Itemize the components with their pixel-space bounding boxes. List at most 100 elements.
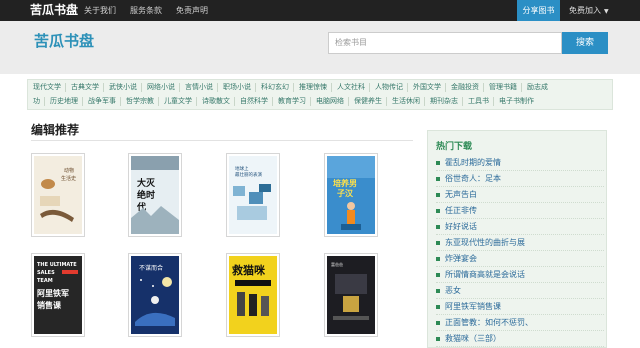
list-item[interactable]: 无声告白 bbox=[436, 187, 604, 203]
category-link[interactable]: 科幻玄幻 bbox=[255, 82, 293, 92]
join-free-dropdown[interactable]: 免费加入 ▼ bbox=[569, 0, 609, 21]
raising-boys-cover-icon: 培养男 子汉 bbox=[327, 156, 375, 234]
category-row-2: 功 历史地理 战争军事 哲学宗教 儿童文学 诗歌散文 自然科学 教育学习 电脑网… bbox=[28, 94, 612, 108]
list-item-link[interactable]: 炸弹宴会 bbox=[445, 254, 477, 263]
category-link[interactable]: 现代文学 bbox=[28, 83, 65, 92]
list-item[interactable]: 恶女 bbox=[436, 283, 604, 299]
nav-about-link[interactable]: 关于我们 bbox=[84, 0, 116, 21]
book-cover[interactable]: 培养男 子汉 bbox=[324, 153, 378, 237]
book-cover[interactable]: 富爸爸 bbox=[324, 253, 378, 337]
hot-downloads-panel: 热门下载 霍乱时期的爱情 俗世奇人：足本 无声告白 任正非传 好好说话 东亚现代… bbox=[427, 130, 607, 348]
list-item[interactable]: 炸弹宴会 bbox=[436, 251, 604, 267]
category-link[interactable]: 工具书 bbox=[462, 96, 493, 106]
dark-cover-icon: 富爸爸 bbox=[327, 256, 375, 334]
list-item[interactable]: 所谓情商高就是会说话 bbox=[436, 267, 604, 283]
book-cover[interactable]: 地球上 最壮丽的表演 bbox=[226, 153, 280, 237]
join-free-label: 免费加入 bbox=[569, 6, 601, 15]
category-link[interactable]: 战争军事 bbox=[82, 96, 120, 106]
category-link[interactable]: 哲学宗教 bbox=[120, 96, 158, 106]
hot-downloads-list: 霍乱时期的爱情 俗世奇人：足本 无声告白 任正非传 好好说话 东亚现代性的曲折与… bbox=[436, 155, 604, 347]
list-item-link[interactable]: 所谓情商高就是会说话 bbox=[445, 270, 525, 279]
category-link[interactable]: 外国文学 bbox=[407, 82, 445, 92]
extinction-cover-icon: 大灭 绝时 代 bbox=[131, 156, 179, 234]
category-link[interactable]: 电子书制作 bbox=[493, 96, 538, 106]
category-link[interactable]: 职场小说 bbox=[217, 82, 255, 92]
bullet-icon bbox=[436, 320, 440, 325]
category-link[interactable]: 诗歌散文 bbox=[196, 96, 234, 106]
bullet-icon bbox=[436, 192, 440, 197]
bullet-icon bbox=[436, 256, 440, 261]
section-title-editor-picks: 编辑推荐 bbox=[31, 123, 80, 137]
category-nav: 现代文学 古典文学 武侠小说 网络小说 言情小说 职场小说 科幻玄幻 推理惊悚 … bbox=[27, 79, 613, 110]
book-cover[interactable]: 动物 生活史 bbox=[31, 153, 85, 237]
search-button[interactable]: 搜索 bbox=[562, 32, 608, 54]
save-the-cat-cover-icon: 救猫咪 bbox=[229, 256, 277, 334]
bullet-icon bbox=[436, 272, 440, 277]
site-logo[interactable]: 苦瓜书盘 bbox=[34, 30, 94, 51]
book-cover-image: 培养男 子汉 bbox=[327, 156, 375, 234]
category-link[interactable]: 武侠小说 bbox=[103, 82, 141, 92]
category-link[interactable]: 人文社科 bbox=[331, 82, 369, 92]
category-link[interactable]: 教育学习 bbox=[272, 96, 310, 106]
list-item[interactable]: 俗世奇人：足本 bbox=[436, 171, 604, 187]
category-link[interactable]: 管理书籍 bbox=[483, 82, 521, 92]
category-link[interactable]: 保健养生 bbox=[348, 96, 386, 106]
svg-text:动物: 动物 bbox=[64, 167, 74, 174]
category-link[interactable]: 励志成 bbox=[521, 82, 552, 92]
bullet-icon bbox=[436, 240, 440, 245]
bullet-icon bbox=[436, 336, 440, 341]
list-item[interactable]: 任正非传 bbox=[436, 203, 604, 219]
book-cover[interactable]: THE ULTIMATE SALES TEAM 阿里铁军 销售课 bbox=[31, 253, 85, 337]
nav-disclaimer-link[interactable]: 免责声明 bbox=[176, 0, 208, 21]
category-link[interactable]: 期刊杂志 bbox=[424, 96, 462, 106]
list-item-link[interactable]: 俗世奇人：足本 bbox=[445, 174, 501, 183]
book-cover[interactable]: 大灭 绝时 代 bbox=[128, 153, 182, 237]
list-item-link[interactable]: 任正非传 bbox=[445, 206, 477, 215]
list-item-link[interactable]: 无声告白 bbox=[445, 190, 477, 199]
category-link[interactable]: 功 bbox=[28, 97, 44, 106]
svg-text:阿里铁军: 阿里铁军 bbox=[37, 288, 69, 298]
category-link[interactable]: 推理惊悚 bbox=[293, 82, 331, 92]
list-item[interactable]: 霍乱时期的爱情 bbox=[436, 155, 604, 171]
category-link[interactable]: 自然科学 bbox=[234, 96, 272, 106]
list-item-link[interactable]: 阿里铁军销售课 bbox=[445, 302, 501, 311]
nav-terms-link[interactable]: 服务条款 bbox=[130, 0, 162, 21]
book-cover[interactable]: 不谋而合 bbox=[128, 253, 182, 337]
list-item[interactable]: 正面管教：如何不惩罚、 bbox=[436, 315, 604, 331]
list-item[interactable]: 救猫咪（三部） bbox=[436, 331, 604, 347]
earth-show-cover-icon: 地球上 最壮丽的表演 bbox=[229, 156, 277, 234]
svg-text:TEAM: TEAM bbox=[37, 278, 53, 284]
category-link[interactable]: 金融投资 bbox=[445, 82, 483, 92]
category-link[interactable]: 人物传记 bbox=[369, 82, 407, 92]
list-item-link[interactable]: 救猫咪（三部） bbox=[445, 334, 501, 343]
list-item[interactable]: 阿里铁军销售课 bbox=[436, 299, 604, 315]
bullet-icon bbox=[436, 224, 440, 229]
night-sky-cover-icon: 不谋而合 bbox=[131, 256, 179, 334]
list-item-link[interactable]: 霍乱时期的爱情 bbox=[445, 158, 501, 167]
category-link[interactable]: 电脑网络 bbox=[310, 96, 348, 106]
search-input[interactable]: 检索书目 bbox=[328, 32, 562, 54]
book-cover-image: 富爸爸 bbox=[327, 256, 375, 334]
svg-text:救猫咪: 救猫咪 bbox=[232, 263, 266, 277]
category-link[interactable]: 历史地理 bbox=[44, 96, 82, 106]
category-link[interactable]: 生活休闲 bbox=[386, 96, 424, 106]
svg-text:SALES: SALES bbox=[37, 270, 55, 276]
list-item-link[interactable]: 好好说话 bbox=[445, 222, 477, 231]
category-link[interactable]: 言情小说 bbox=[179, 82, 217, 92]
brand-link[interactable]: 苦瓜书盘 bbox=[30, 0, 78, 21]
category-link[interactable]: 儿童文学 bbox=[158, 96, 196, 106]
list-item-link[interactable]: 正面管教：如何不惩罚、 bbox=[445, 318, 533, 327]
list-item[interactable]: 好好说话 bbox=[436, 219, 604, 235]
category-link[interactable]: 古典文学 bbox=[65, 82, 103, 92]
category-row-1: 现代文学 古典文学 武侠小说 网络小说 言情小说 职场小说 科幻玄幻 推理惊悚 … bbox=[28, 80, 612, 94]
list-item[interactable]: 东亚现代性的曲折与展 bbox=[436, 235, 604, 251]
book-cover[interactable]: 救猫咪 bbox=[226, 253, 280, 337]
svg-text:培养男: 培养男 bbox=[333, 178, 357, 188]
list-item-link[interactable]: 东亚现代性的曲折与展 bbox=[445, 238, 525, 247]
share-books-button[interactable]: 分享图书 bbox=[517, 0, 560, 21]
svg-text:生活史: 生活史 bbox=[61, 175, 76, 182]
svg-text:大灭: 大灭 bbox=[137, 177, 156, 189]
category-link[interactable]: 网络小说 bbox=[141, 82, 179, 92]
list-item-link[interactable]: 恶女 bbox=[445, 286, 461, 295]
book-cover-image: 救猫咪 bbox=[229, 256, 277, 334]
